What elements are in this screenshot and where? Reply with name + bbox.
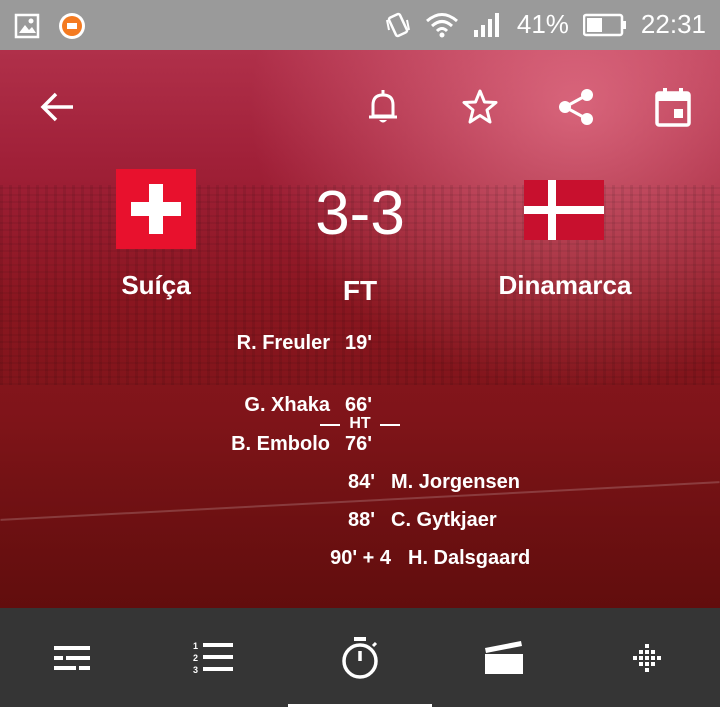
tab-lineups[interactable] xyxy=(42,628,102,688)
home-goal-minute: 76' xyxy=(345,433,373,455)
away-goal-minute: 84' xyxy=(347,471,375,493)
home-goal-player: B. Embolo xyxy=(231,433,330,455)
away-goal-player: M. Jorgensen xyxy=(391,471,520,493)
clock: 22:31 xyxy=(640,9,706,39)
battery-percent: 41% xyxy=(516,9,569,39)
away-team-name[interactable]: Dinamarca xyxy=(455,270,675,301)
match-status: FT xyxy=(342,275,378,306)
svg-text:3: 3 xyxy=(193,665,198,675)
match-header: Suíça Dinamarca 3-3 FT R. Freuler 19' HT… xyxy=(0,50,720,608)
calendar-button[interactable] xyxy=(648,82,698,132)
away-goal-player: C. Gytkjaer xyxy=(391,509,497,531)
vibrate-icon xyxy=(385,12,410,37)
star-icon xyxy=(462,89,498,124)
match-score: 3-3 xyxy=(315,179,405,248)
favorite-button[interactable] xyxy=(455,82,505,132)
notifications-button[interactable] xyxy=(358,82,408,132)
away-goal-minute: 88' xyxy=(347,509,375,531)
timer-icon xyxy=(342,637,378,679)
share-button[interactable] xyxy=(551,82,601,132)
home-goal-player: R. Freuler xyxy=(236,332,330,354)
bottom-navigation: 1 2 3 xyxy=(0,608,720,707)
back-arrow-icon xyxy=(40,92,73,122)
wifi-icon xyxy=(425,12,458,37)
away-goal-player: H. Dalsgaard xyxy=(408,547,531,569)
back-button[interactable] xyxy=(32,82,82,132)
home-goal-minute: 66' xyxy=(345,394,373,416)
lineups-icon xyxy=(54,646,90,670)
tab-list[interactable]: 1 2 3 xyxy=(184,628,244,688)
tab-stats[interactable] xyxy=(618,628,678,688)
video-icon xyxy=(485,641,523,674)
svg-text:2: 2 xyxy=(193,653,198,663)
tab-video[interactable] xyxy=(474,628,534,688)
tab-timeline[interactable] xyxy=(330,628,390,688)
home-goal-minute: 19' xyxy=(345,332,373,354)
app-icon xyxy=(59,13,85,39)
bell-icon xyxy=(369,90,397,123)
away-goal-minute: 90' + 4 xyxy=(330,547,391,569)
grid-icon xyxy=(633,644,661,672)
list-icon: 1 2 3 xyxy=(193,641,233,675)
away-team-flag[interactable] xyxy=(524,180,604,240)
calendar-icon xyxy=(655,88,691,127)
share-icon xyxy=(559,89,593,125)
svg-text:1: 1 xyxy=(193,641,198,651)
home-goal-player: G. Xhaka xyxy=(244,394,330,416)
status-bar: 41% 22:31 xyxy=(0,0,720,50)
home-team-name[interactable]: Suíça xyxy=(46,270,266,301)
home-team-flag[interactable] xyxy=(116,169,196,249)
signal-icon xyxy=(473,12,499,37)
battery-icon xyxy=(582,13,626,36)
gallery-icon xyxy=(14,13,40,39)
halftime-divider: HT xyxy=(320,415,400,433)
